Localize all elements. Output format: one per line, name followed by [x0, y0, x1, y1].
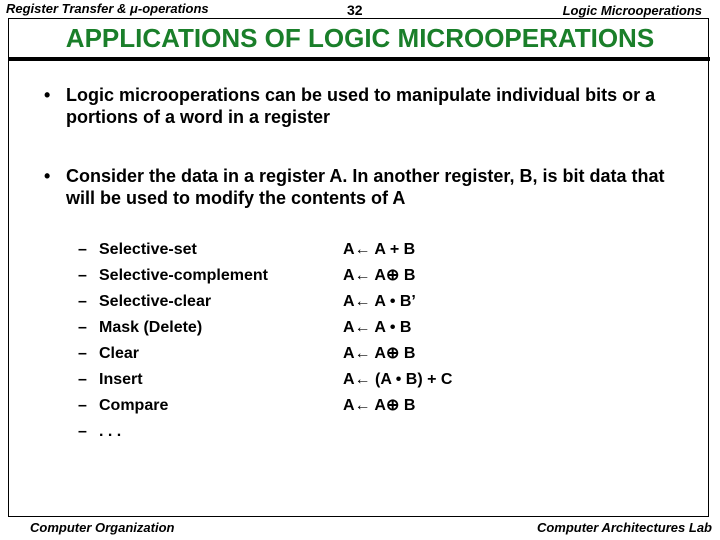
operation-name: Mask (Delete) — [99, 319, 203, 336]
bullet-text: Logic microoperations can be used to man… — [66, 85, 656, 127]
dash-icon: – — [78, 319, 87, 336]
dash-icon: – — [78, 267, 87, 284]
operation-expression: A← A • B — [343, 319, 412, 336]
operation-name: Insert — [99, 371, 143, 388]
bullet-text: Consider the data in a register A. In an… — [66, 166, 665, 208]
header-course-topic: Register Transfer & μ-operations — [6, 1, 209, 16]
dash-icon: – — [78, 397, 87, 414]
slide-title: APPLICATIONS OF LOGIC MICROOPERATIONS — [65, 23, 655, 53]
operation-expression: A← A⊕ B — [343, 397, 416, 414]
operation-name: Selective-clear — [99, 293, 212, 310]
operation-item: – Mask (Delete) — [78, 315, 268, 341]
dash-icon: – — [78, 293, 87, 310]
dash-icon: – — [78, 345, 87, 362]
operation-item: – Insert — [78, 367, 268, 393]
operation-item: – Clear — [78, 341, 268, 367]
dash-icon: – — [78, 423, 87, 440]
operation-item: – Selective-complement — [78, 263, 268, 289]
bullet-icon: • — [44, 85, 51, 105]
operation-expression: A← A⊕ B — [343, 267, 416, 284]
operation-expression: A← A⊕ B — [343, 345, 416, 362]
bullet-item: • Logic microoperations can be used to m… — [44, 84, 684, 128]
operation-name: . . . — [99, 423, 122, 440]
title-divider — [8, 57, 710, 61]
operation-item: –. . . — [78, 419, 268, 445]
operation-name: Compare — [99, 397, 169, 414]
operation-item: – Compare — [78, 393, 268, 419]
operation-item: – Selective-set — [78, 237, 268, 263]
page-number: 32 — [347, 2, 363, 18]
operation-expression: A← (A • B) + C — [343, 371, 453, 388]
dash-icon: – — [78, 241, 87, 258]
footer-lab-name: Computer Architectures Lab — [536, 520, 712, 535]
bullet-icon: • — [44, 166, 51, 186]
operation-name-list: – Selective-set – Selective-complement – Se… — [78, 237, 268, 445]
footer-course-name: Computer Organization — [30, 520, 175, 535]
dash-icon: – — [78, 371, 87, 388]
header-section-title: Logic Microoperations — [562, 3, 702, 18]
operation-expression: A← A • B’ — [343, 293, 416, 310]
operation-name: Selective-complement — [99, 267, 268, 284]
operation-name: Selective-set — [99, 241, 197, 258]
operation-expression-list: A← A + B A← A⊕ B A← A • B’ A← A • B A← A… — [343, 237, 452, 419]
operation-name: Clear — [99, 345, 140, 362]
bullet-item: • Consider the data in a register A. In … — [44, 165, 684, 209]
operation-item: – Selective-clear — [78, 289, 268, 315]
operation-expression: A← A + B — [343, 241, 416, 258]
